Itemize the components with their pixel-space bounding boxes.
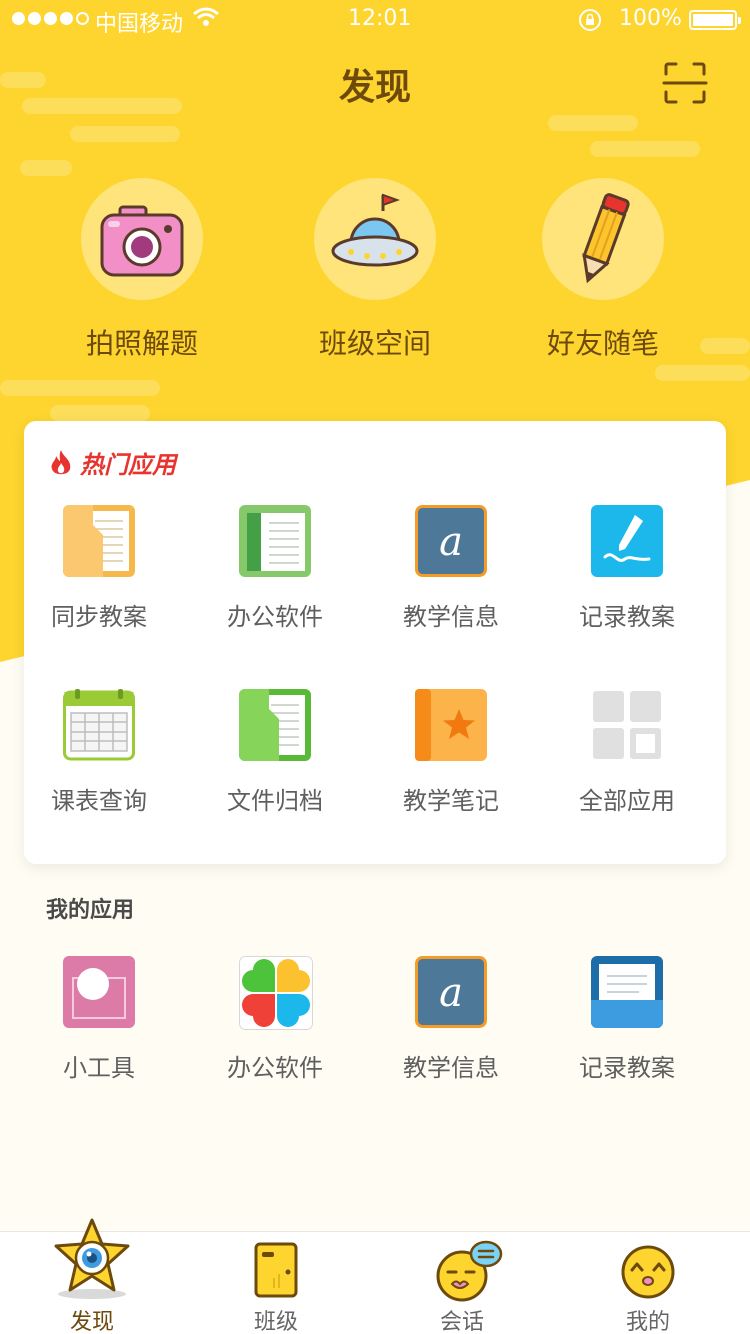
- feature-icon-circle: [314, 178, 436, 300]
- tab-mine[interactable]: 我的: [578, 1232, 718, 1334]
- letter-a-icon: a: [415, 505, 487, 577]
- feature-label: 拍照解题: [85, 327, 198, 360]
- app-label: 全部应用: [579, 787, 675, 815]
- scan-frame-icon: [662, 62, 708, 104]
- book-folder-icon: [63, 505, 135, 577]
- app-sync-lesson-plan[interactable]: 同步教案: [24, 505, 174, 632]
- grid-icon: [593, 691, 661, 759]
- feature-label: 好友随笔: [546, 327, 659, 360]
- app-label: 记录教案: [579, 603, 675, 631]
- rotation-lock-icon: [578, 8, 602, 32]
- cloud-decoration: [0, 380, 160, 396]
- star-notebook-icon: [415, 689, 487, 761]
- tool-card-icon: [63, 956, 135, 1028]
- app-timetable[interactable]: 课表查询: [24, 689, 174, 816]
- star-eye-icon: [54, 1218, 130, 1299]
- door-icon: [254, 1242, 298, 1298]
- app-teaching-notes[interactable]: 教学笔记: [376, 689, 526, 816]
- my-apps-title: 我的应用: [46, 898, 135, 923]
- app-label: 文件归档: [227, 787, 323, 815]
- fire-icon: [51, 449, 71, 474]
- cloud-decoration: [50, 405, 150, 421]
- hot-apps-card: 热门应用 同步教案 办公软件 a 教学信息 记录教案 课表查询 文件归档 教学笔…: [24, 421, 726, 864]
- tab-label: 班级: [253, 1310, 298, 1334]
- pencil-icon: [582, 193, 630, 284]
- feature-class-space[interactable]: 班级空间: [280, 178, 470, 362]
- app-label: 教学信息: [403, 1054, 499, 1082]
- signal-strength-icon: [12, 12, 89, 25]
- app-teaching-info[interactable]: a 教学信息: [376, 505, 526, 632]
- app-record-lesson-plan-mine[interactable]: 记录教案: [552, 956, 702, 1083]
- app-small-tools[interactable]: 小工具: [24, 956, 174, 1083]
- pen-note-icon: [591, 505, 663, 577]
- app-label: 课表查询: [51, 787, 147, 815]
- app-all-apps[interactable]: 全部应用: [552, 689, 702, 816]
- app-label: 记录教案: [579, 1054, 675, 1082]
- calendar-icon: [63, 689, 135, 761]
- app-label: 教学信息: [403, 603, 499, 631]
- document-tray-icon: [591, 956, 663, 1028]
- app-teaching-info-mine[interactable]: a 教学信息: [376, 956, 526, 1083]
- green-book-icon: [239, 505, 311, 577]
- clover-icon: [239, 956, 313, 1030]
- app-label: 办公软件: [227, 1054, 323, 1082]
- feature-icon-circle: [81, 178, 203, 300]
- camera-icon: [100, 205, 184, 277]
- app-label: 同步教案: [51, 603, 147, 631]
- cloud-decoration: [655, 365, 750, 381]
- scan-button[interactable]: [662, 60, 708, 106]
- feature-label: 班级空间: [318, 327, 431, 360]
- ufo-icon: [331, 193, 419, 267]
- file-folder-icon: [239, 689, 311, 761]
- cloud-decoration: [590, 141, 700, 157]
- app-record-lesson-plan[interactable]: 记录教案: [552, 505, 702, 632]
- tab-label: 发现: [69, 1310, 114, 1334]
- smiley-icon: [621, 1245, 675, 1299]
- battery-percentage: 100%: [619, 6, 682, 31]
- cloud-decoration: [20, 160, 72, 176]
- tab-bar: 发现 班级 会话 我的: [0, 1218, 750, 1334]
- app-file-archive[interactable]: 文件归档: [200, 689, 350, 816]
- cloud-decoration: [700, 338, 750, 354]
- app-label: 教学笔记: [403, 787, 499, 815]
- app-label: 办公软件: [227, 603, 323, 631]
- wifi-icon: [192, 6, 220, 34]
- app-office-software-mine[interactable]: 办公软件: [200, 956, 350, 1083]
- chat-face-icon: [436, 1240, 503, 1302]
- svg-text:a: a: [439, 519, 463, 565]
- feature-friend-notes[interactable]: 好友随笔: [508, 178, 698, 362]
- feature-icon-circle: [542, 178, 664, 300]
- status-time: 12:01: [348, 6, 412, 31]
- cloud-decoration: [70, 126, 180, 142]
- tab-class[interactable]: 班级: [206, 1232, 346, 1334]
- tab-label: 我的: [625, 1310, 670, 1334]
- hot-apps-header: 热门应用: [48, 445, 176, 480]
- carrier-name: 中国移动: [95, 12, 184, 37]
- page-title: 发现: [338, 67, 411, 108]
- feature-photo-solve[interactable]: 拍照解题: [47, 178, 237, 362]
- battery-icon: [689, 10, 741, 30]
- svg-text:a: a: [439, 970, 463, 1016]
- letter-a-icon: a: [415, 956, 487, 1028]
- tab-chat[interactable]: 会话: [392, 1232, 532, 1334]
- status-bar: 中国移动 12:01 100%: [0, 0, 750, 40]
- tab-discover[interactable]: 发现: [22, 1218, 162, 1334]
- cloud-decoration: [548, 115, 638, 131]
- tab-label: 会话: [439, 1310, 484, 1334]
- hot-apps-title: 热门应用: [80, 451, 176, 479]
- app-label: 小工具: [63, 1054, 135, 1082]
- app-office-software[interactable]: 办公软件: [200, 505, 350, 632]
